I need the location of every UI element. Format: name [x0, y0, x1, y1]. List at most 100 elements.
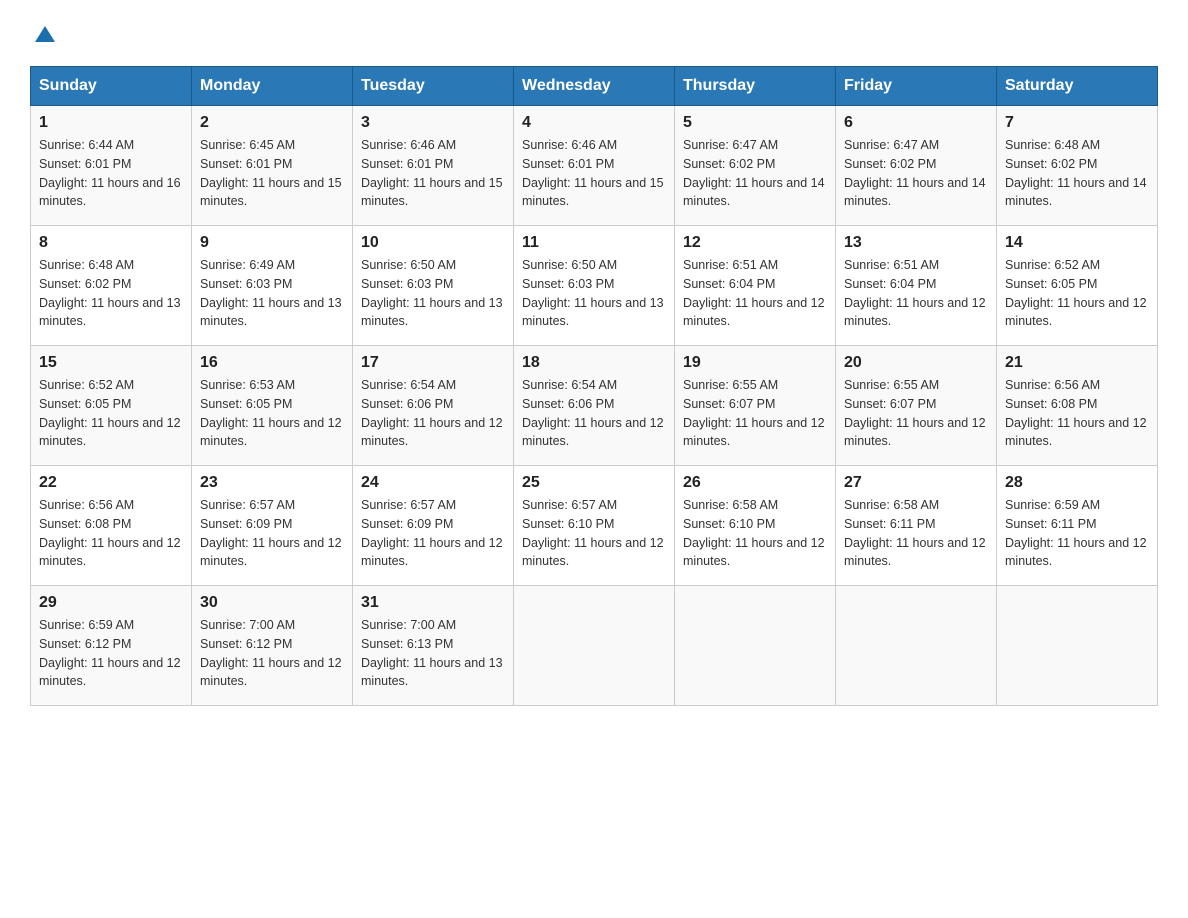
calendar-cell: 29 Sunrise: 6:59 AMSunset: 6:12 PMDaylig… — [31, 586, 192, 706]
day-info: Sunrise: 6:54 AMSunset: 6:06 PMDaylight:… — [361, 378, 503, 448]
day-number: 10 — [361, 234, 505, 252]
day-number: 4 — [522, 114, 666, 132]
day-number: 11 — [522, 234, 666, 252]
calendar-cell: 13 Sunrise: 6:51 AMSunset: 6:04 PMDaylig… — [836, 226, 997, 346]
day-number: 18 — [522, 354, 666, 372]
week-row-2: 8 Sunrise: 6:48 AMSunset: 6:02 PMDayligh… — [31, 226, 1158, 346]
calendar-cell: 18 Sunrise: 6:54 AMSunset: 6:06 PMDaylig… — [514, 346, 675, 466]
calendar-cell: 12 Sunrise: 6:51 AMSunset: 6:04 PMDaylig… — [675, 226, 836, 346]
calendar-cell: 1 Sunrise: 6:44 AMSunset: 6:01 PMDayligh… — [31, 106, 192, 226]
day-number: 27 — [844, 474, 988, 492]
day-info: Sunrise: 6:59 AMSunset: 6:12 PMDaylight:… — [39, 618, 181, 688]
day-info: Sunrise: 6:50 AMSunset: 6:03 PMDaylight:… — [522, 258, 664, 328]
calendar-cell: 24 Sunrise: 6:57 AMSunset: 6:09 PMDaylig… — [353, 466, 514, 586]
day-info: Sunrise: 6:57 AMSunset: 6:10 PMDaylight:… — [522, 498, 664, 568]
day-info: Sunrise: 6:58 AMSunset: 6:11 PMDaylight:… — [844, 498, 986, 568]
day-number: 29 — [39, 594, 183, 612]
day-number: 6 — [844, 114, 988, 132]
calendar-cell: 15 Sunrise: 6:52 AMSunset: 6:05 PMDaylig… — [31, 346, 192, 466]
calendar-cell: 14 Sunrise: 6:52 AMSunset: 6:05 PMDaylig… — [997, 226, 1158, 346]
day-number: 5 — [683, 114, 827, 132]
calendar-cell: 31 Sunrise: 7:00 AMSunset: 6:13 PMDaylig… — [353, 586, 514, 706]
calendar-cell: 28 Sunrise: 6:59 AMSunset: 6:11 PMDaylig… — [997, 466, 1158, 586]
day-number: 20 — [844, 354, 988, 372]
day-info: Sunrise: 7:00 AMSunset: 6:12 PMDaylight:… — [200, 618, 342, 688]
header-wednesday: Wednesday — [514, 67, 675, 106]
header-monday: Monday — [192, 67, 353, 106]
calendar-header: SundayMondayTuesdayWednesdayThursdayFrid… — [31, 67, 1158, 106]
day-number: 15 — [39, 354, 183, 372]
logo — [30, 20, 57, 46]
day-info: Sunrise: 6:59 AMSunset: 6:11 PMDaylight:… — [1005, 498, 1147, 568]
calendar-cell: 17 Sunrise: 6:54 AMSunset: 6:06 PMDaylig… — [353, 346, 514, 466]
calendar-cell: 30 Sunrise: 7:00 AMSunset: 6:12 PMDaylig… — [192, 586, 353, 706]
day-info: Sunrise: 6:54 AMSunset: 6:06 PMDaylight:… — [522, 378, 664, 448]
calendar-cell: 10 Sunrise: 6:50 AMSunset: 6:03 PMDaylig… — [353, 226, 514, 346]
calendar-cell: 20 Sunrise: 6:55 AMSunset: 6:07 PMDaylig… — [836, 346, 997, 466]
day-info: Sunrise: 6:55 AMSunset: 6:07 PMDaylight:… — [844, 378, 986, 448]
day-number: 26 — [683, 474, 827, 492]
calendar-cell: 19 Sunrise: 6:55 AMSunset: 6:07 PMDaylig… — [675, 346, 836, 466]
calendar-cell: 27 Sunrise: 6:58 AMSunset: 6:11 PMDaylig… — [836, 466, 997, 586]
day-number: 23 — [200, 474, 344, 492]
day-info: Sunrise: 6:56 AMSunset: 6:08 PMDaylight:… — [39, 498, 181, 568]
calendar-cell: 4 Sunrise: 6:46 AMSunset: 6:01 PMDayligh… — [514, 106, 675, 226]
calendar-cell — [514, 586, 675, 706]
week-row-3: 15 Sunrise: 6:52 AMSunset: 6:05 PMDaylig… — [31, 346, 1158, 466]
day-number: 22 — [39, 474, 183, 492]
day-number: 8 — [39, 234, 183, 252]
calendar-cell: 2 Sunrise: 6:45 AMSunset: 6:01 PMDayligh… — [192, 106, 353, 226]
day-number: 3 — [361, 114, 505, 132]
calendar-cell — [997, 586, 1158, 706]
day-info: Sunrise: 6:51 AMSunset: 6:04 PMDaylight:… — [844, 258, 986, 328]
day-info: Sunrise: 6:58 AMSunset: 6:10 PMDaylight:… — [683, 498, 825, 568]
day-info: Sunrise: 6:48 AMSunset: 6:02 PMDaylight:… — [1005, 138, 1147, 208]
calendar-cell: 11 Sunrise: 6:50 AMSunset: 6:03 PMDaylig… — [514, 226, 675, 346]
day-number: 13 — [844, 234, 988, 252]
day-number: 17 — [361, 354, 505, 372]
header-thursday: Thursday — [675, 67, 836, 106]
day-info: Sunrise: 6:57 AMSunset: 6:09 PMDaylight:… — [200, 498, 342, 568]
day-info: Sunrise: 6:49 AMSunset: 6:03 PMDaylight:… — [200, 258, 342, 328]
day-info: Sunrise: 6:55 AMSunset: 6:07 PMDaylight:… — [683, 378, 825, 448]
calendar-cell: 6 Sunrise: 6:47 AMSunset: 6:02 PMDayligh… — [836, 106, 997, 226]
day-header-row: SundayMondayTuesdayWednesdayThursdayFrid… — [31, 67, 1158, 106]
calendar-cell: 16 Sunrise: 6:53 AMSunset: 6:05 PMDaylig… — [192, 346, 353, 466]
day-number: 7 — [1005, 114, 1149, 132]
day-info: Sunrise: 6:45 AMSunset: 6:01 PMDaylight:… — [200, 138, 342, 208]
header — [30, 20, 1158, 46]
day-info: Sunrise: 6:53 AMSunset: 6:05 PMDaylight:… — [200, 378, 342, 448]
day-number: 25 — [522, 474, 666, 492]
day-info: Sunrise: 6:47 AMSunset: 6:02 PMDaylight:… — [683, 138, 825, 208]
day-info: Sunrise: 6:57 AMSunset: 6:09 PMDaylight:… — [361, 498, 503, 568]
calendar-cell: 26 Sunrise: 6:58 AMSunset: 6:10 PMDaylig… — [675, 466, 836, 586]
calendar-cell: 22 Sunrise: 6:56 AMSunset: 6:08 PMDaylig… — [31, 466, 192, 586]
week-row-1: 1 Sunrise: 6:44 AMSunset: 6:01 PMDayligh… — [31, 106, 1158, 226]
day-info: Sunrise: 6:47 AMSunset: 6:02 PMDaylight:… — [844, 138, 986, 208]
calendar-cell: 8 Sunrise: 6:48 AMSunset: 6:02 PMDayligh… — [31, 226, 192, 346]
day-number: 21 — [1005, 354, 1149, 372]
header-saturday: Saturday — [997, 67, 1158, 106]
calendar-cell — [836, 586, 997, 706]
calendar-cell: 23 Sunrise: 6:57 AMSunset: 6:09 PMDaylig… — [192, 466, 353, 586]
day-number: 16 — [200, 354, 344, 372]
day-number: 14 — [1005, 234, 1149, 252]
calendar-cell: 25 Sunrise: 6:57 AMSunset: 6:10 PMDaylig… — [514, 466, 675, 586]
day-number: 1 — [39, 114, 183, 132]
day-number: 31 — [361, 594, 505, 612]
week-row-4: 22 Sunrise: 6:56 AMSunset: 6:08 PMDaylig… — [31, 466, 1158, 586]
day-info: Sunrise: 6:44 AMSunset: 6:01 PMDaylight:… — [39, 138, 181, 208]
calendar-cell: 3 Sunrise: 6:46 AMSunset: 6:01 PMDayligh… — [353, 106, 514, 226]
calendar-cell: 7 Sunrise: 6:48 AMSunset: 6:02 PMDayligh… — [997, 106, 1158, 226]
header-tuesday: Tuesday — [353, 67, 514, 106]
logo-triangle-icon — [33, 22, 57, 46]
day-number: 2 — [200, 114, 344, 132]
day-info: Sunrise: 6:50 AMSunset: 6:03 PMDaylight:… — [361, 258, 503, 328]
week-row-5: 29 Sunrise: 6:59 AMSunset: 6:12 PMDaylig… — [31, 586, 1158, 706]
day-number: 9 — [200, 234, 344, 252]
day-info: Sunrise: 6:51 AMSunset: 6:04 PMDaylight:… — [683, 258, 825, 328]
day-info: Sunrise: 6:48 AMSunset: 6:02 PMDaylight:… — [39, 258, 181, 328]
calendar-cell: 9 Sunrise: 6:49 AMSunset: 6:03 PMDayligh… — [192, 226, 353, 346]
header-sunday: Sunday — [31, 67, 192, 106]
calendar-cell: 5 Sunrise: 6:47 AMSunset: 6:02 PMDayligh… — [675, 106, 836, 226]
